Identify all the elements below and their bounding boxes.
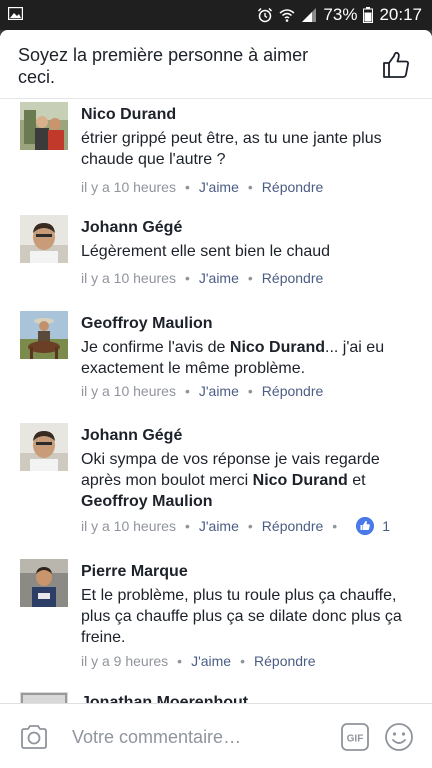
avatar[interactable] xyxy=(20,102,68,150)
signal-icon xyxy=(302,8,317,22)
comment-text-part: Je confirme l'avis de xyxy=(81,339,230,356)
mention-link[interactable]: Geoffroy Maulion xyxy=(81,493,213,510)
gif-icon[interactable]: GIF xyxy=(341,723,369,751)
separator-dot: • xyxy=(177,653,183,669)
like-reaction-icon xyxy=(356,517,375,535)
comment-text: Oki sympa de vos réponse je vais regarde… xyxy=(81,449,411,512)
separator-dot: • xyxy=(247,518,253,534)
comment-author[interactable]: Jonathan Moerenhout xyxy=(81,694,248,703)
status-bar: 73% 20:17 xyxy=(0,0,432,30)
reply-button[interactable]: Répondre xyxy=(262,518,324,534)
mention-link[interactable]: Nico Durand xyxy=(253,472,348,489)
separator-dot: • xyxy=(184,518,190,534)
like-button[interactable]: J'aime xyxy=(199,518,239,534)
comment-time: il y a 10 heures xyxy=(81,383,176,399)
comment-author[interactable]: Johann Gégé xyxy=(81,219,182,237)
avatar[interactable] xyxy=(20,423,68,471)
comment-text: Légèrement elle sent bien le chaud xyxy=(81,243,331,260)
status-time: 20:17 xyxy=(379,5,422,24)
battery-percent: 73% xyxy=(323,5,358,24)
comment-text: Je confirme l'avis de Nico Durand... j'a… xyxy=(81,337,411,379)
like-button[interactable]: J'aime xyxy=(199,270,239,286)
reply-button[interactable]: Répondre xyxy=(262,179,324,195)
comment-meta: il y a 10 heures • J'aime • Répondre • 1 xyxy=(81,517,411,535)
comment-meta: il y a 10 heures • J'aime • Répondre xyxy=(81,270,323,286)
separator-dot: • xyxy=(247,383,253,399)
comment-meta: il y a 9 heures • J'aime • Répondre xyxy=(81,653,316,669)
thumbs-up-outline-icon[interactable] xyxy=(381,50,411,80)
like-count: 1 xyxy=(382,518,390,534)
reaction-summary[interactable]: 1 xyxy=(356,517,390,535)
avatar[interactable] xyxy=(20,311,68,359)
avatar[interactable] xyxy=(20,215,68,263)
comment-author[interactable]: Pierre Marque xyxy=(81,563,188,581)
comment-input[interactable] xyxy=(72,724,322,750)
separator-dot: • xyxy=(332,518,338,534)
separator-dot: • xyxy=(184,383,190,399)
comment-text: étrier grippé peut être, as tu une jante… xyxy=(81,130,382,168)
like-button[interactable]: J'aime xyxy=(199,179,239,195)
separator-dot: • xyxy=(247,179,253,195)
like-button[interactable]: J'aime xyxy=(191,653,231,669)
likes-header[interactable]: Soyez la première personne à aimer ceci. xyxy=(0,30,432,99)
like-button[interactable]: J'aime xyxy=(199,383,239,399)
separator-dot: • xyxy=(247,270,253,286)
comment-meta: il y a 10 heures • J'aime • Répondre xyxy=(81,179,323,195)
comment-text-part: et xyxy=(347,472,366,489)
reply-button[interactable]: Répondre xyxy=(262,383,324,399)
mention-link[interactable]: Nico Durand xyxy=(230,339,325,356)
emoji-icon[interactable] xyxy=(384,722,414,752)
gif-label: GIF xyxy=(347,734,364,745)
comment-time: il y a 9 heures xyxy=(81,653,169,669)
comment-author[interactable]: Geoffroy Maulion xyxy=(81,315,213,333)
separator-dot: • xyxy=(240,653,246,669)
camera-icon[interactable] xyxy=(20,724,48,750)
comment-time: il y a 10 heures xyxy=(81,270,176,286)
separator-dot: • xyxy=(184,270,190,286)
status-right: 73% 20:17 xyxy=(257,5,422,25)
reply-button[interactable]: Répondre xyxy=(262,270,324,286)
separator-dot: • xyxy=(184,179,190,195)
comment-text: Et le problème, plus tu roule plus ça ch… xyxy=(81,587,402,646)
wifi-icon xyxy=(279,9,295,22)
avatar[interactable] xyxy=(20,692,68,703)
avatar[interactable] xyxy=(20,559,68,607)
gallery-icon xyxy=(8,7,23,20)
battery-icon xyxy=(363,7,374,23)
comments-list: Nico Durand étrier grippé peut être, as … xyxy=(0,99,432,703)
likes-prompt: Soyez la première personne à aimer ceci. xyxy=(18,45,309,87)
comment-time: il y a 10 heures xyxy=(81,518,176,534)
comment-composer: GIF xyxy=(0,703,432,768)
comment-meta: il y a 10 heures • J'aime • Répondre xyxy=(81,383,323,399)
reply-button[interactable]: Répondre xyxy=(254,653,316,669)
comment-author[interactable]: Nico Durand xyxy=(81,106,176,124)
comments-sheet: Soyez la première personne à aimer ceci.… xyxy=(0,30,432,768)
alarm-icon xyxy=(258,7,273,23)
comment-time: il y a 10 heures xyxy=(81,179,176,195)
comment-author[interactable]: Johann Gégé xyxy=(81,427,182,445)
